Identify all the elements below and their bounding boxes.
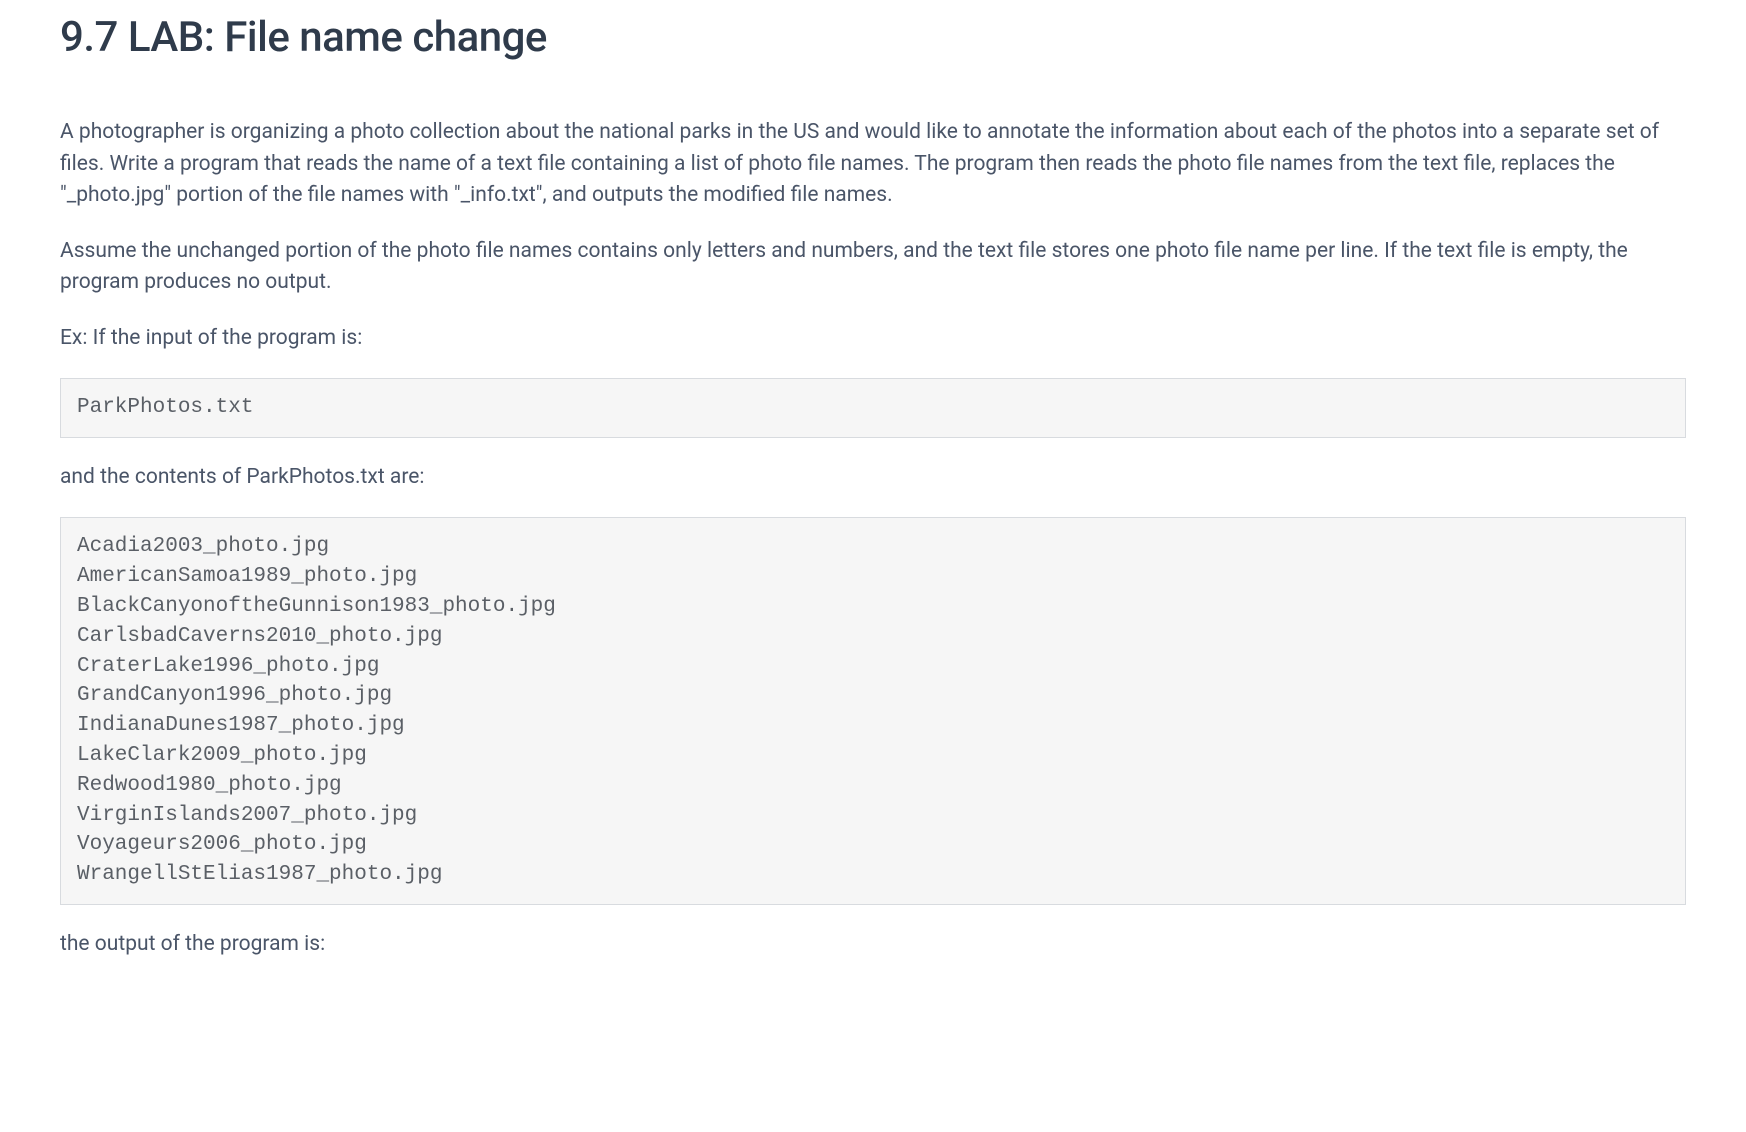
file-contents-intro: and the contents of ParkPhotos.txt are: xyxy=(60,462,1686,494)
example-intro: Ex: If the input of the program is: xyxy=(60,323,1686,355)
page-title: 9.7 LAB: File name change xyxy=(60,0,1686,69)
problem-description-2: Assume the unchanged portion of the phot… xyxy=(60,236,1686,299)
problem-description-1: A photographer is organizing a photo col… xyxy=(60,117,1686,212)
example-file-contents: Acadia2003_photo.jpg AmericanSamoa1989_p… xyxy=(60,517,1686,905)
output-intro: the output of the program is: xyxy=(60,929,1686,961)
example-input-filename: ParkPhotos.txt xyxy=(60,378,1686,438)
